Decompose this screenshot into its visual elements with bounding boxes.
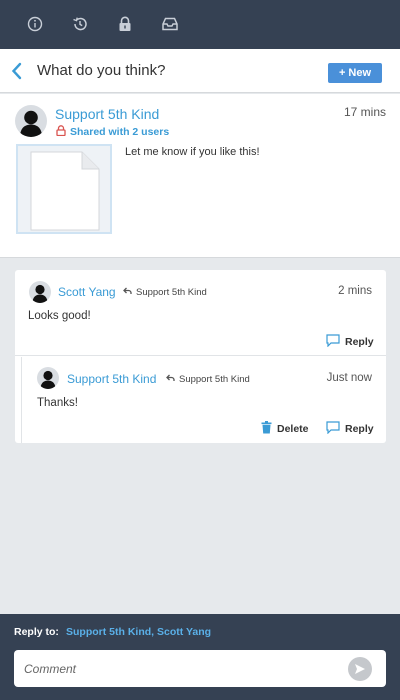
comment-message: Thanks! — [37, 397, 78, 409]
history-icon[interactable] — [69, 13, 91, 35]
shared-status[interactable]: Shared with 2 users — [56, 125, 169, 139]
reply-to-label: Reply to: — [14, 626, 59, 638]
comment-message: Looks good! — [28, 310, 91, 322]
top-toolbar — [0, 0, 400, 49]
reply-to-indicator: Support 5th Kind — [166, 374, 250, 385]
send-button[interactable] — [348, 657, 372, 681]
post-message: Let me know if you like this! — [125, 146, 260, 158]
reply-to-indicator: Support 5th Kind — [123, 287, 207, 298]
attachment-thumbnail[interactable] — [16, 144, 112, 234]
comment-input[interactable] — [14, 650, 344, 687]
thread-divider — [21, 357, 22, 443]
comment-thread: Scott Yang Support 5th Kind 2 mins Looks… — [15, 270, 386, 443]
conversation-header: What do you think? + New — [0, 49, 400, 93]
comment-bubble-icon — [326, 334, 340, 350]
post-timestamp: 17 mins — [343, 105, 386, 119]
avatar — [29, 281, 51, 303]
reply-to-name: Support 5th Kind — [179, 374, 250, 385]
page-title: What do you think? — [37, 62, 166, 79]
reply-to-name: Support 5th Kind — [136, 287, 207, 298]
info-icon[interactable] — [24, 13, 46, 35]
comment-bubble-icon — [326, 421, 340, 437]
comment-item: Support 5th Kind Support 5th Kind Just n… — [15, 357, 386, 443]
trash-icon — [261, 421, 272, 437]
lock-icon — [56, 125, 66, 139]
comment-timestamp: 2 mins — [338, 285, 372, 297]
comment-item: Scott Yang Support 5th Kind 2 mins Looks… — [15, 270, 386, 356]
document-icon — [30, 151, 100, 231]
reply-arrow-icon — [166, 374, 175, 385]
back-chevron-icon[interactable] — [10, 61, 26, 81]
reply-button[interactable]: Reply — [326, 334, 374, 350]
comment-author[interactable]: Support 5th Kind — [67, 372, 156, 386]
comment-author[interactable]: Scott Yang — [58, 285, 116, 299]
inbox-icon[interactable] — [159, 13, 181, 35]
comment-timestamp: Just now — [326, 372, 372, 384]
comment-box — [14, 650, 386, 687]
new-button[interactable]: + New — [328, 63, 382, 83]
avatar — [15, 105, 47, 137]
reply-composer: Reply to: Support 5th Kind, Scott Yang — [0, 614, 400, 700]
avatar — [37, 367, 59, 389]
reply-arrow-icon — [123, 287, 132, 298]
shared-label: Shared with 2 users — [70, 126, 170, 138]
original-post: Support 5th Kind 17 mins Shared with 2 u… — [0, 94, 400, 258]
reply-button[interactable]: Reply — [326, 421, 374, 437]
lock-icon[interactable] — [114, 13, 136, 35]
delete-button[interactable]: Delete — [261, 421, 309, 437]
post-author[interactable]: Support 5th Kind — [55, 106, 159, 122]
send-arrow-icon — [355, 664, 365, 674]
reply-to-recipients[interactable]: Support 5th Kind, Scott Yang — [66, 626, 211, 638]
